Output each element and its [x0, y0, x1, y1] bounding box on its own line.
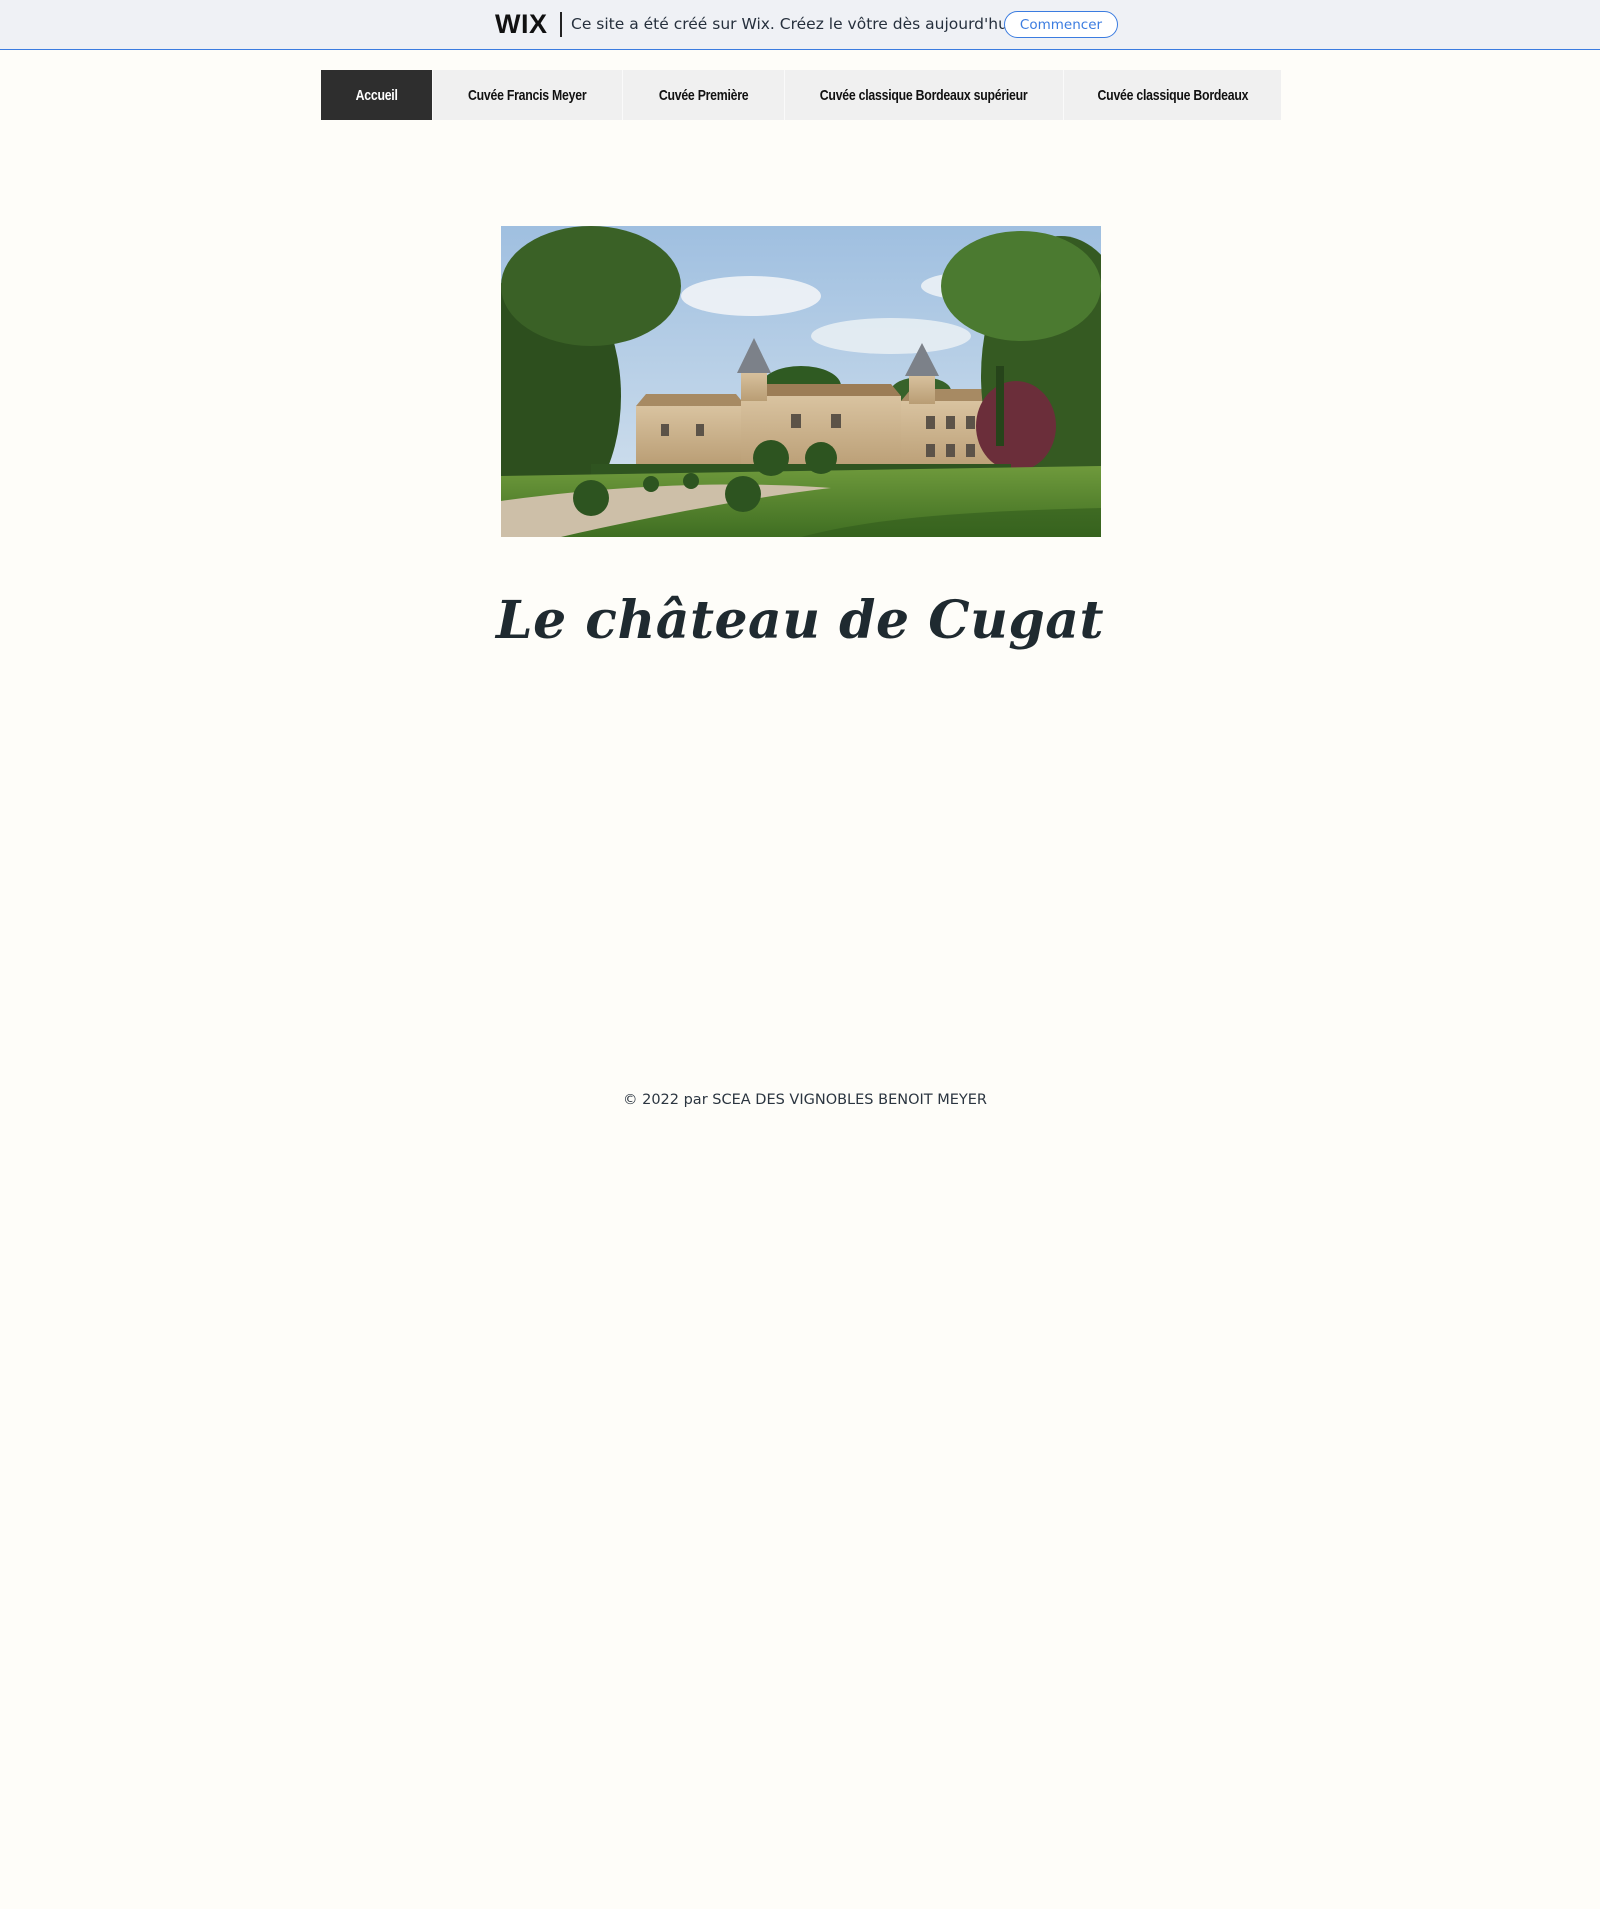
footer-copyright: © 2022 par SCEA DES VIGNOBLES BENOIT MEY…: [622, 1092, 987, 1108]
main-nav: Accueil Cuvée Francis Meyer Cuvée Premiè…: [321, 70, 1281, 120]
nav-item-label: Cuvée classique Bordeaux: [1097, 86, 1248, 104]
chateau-photo: [501, 226, 1101, 537]
nav-item-accueil[interactable]: Accueil: [321, 70, 433, 120]
nav-item-label: Accueil: [355, 86, 398, 104]
nav-item-label: Cuvée Francis Meyer: [468, 86, 587, 104]
nav-item-cuvee-bordeaux[interactable]: Cuvée classique Bordeaux: [1064, 70, 1281, 120]
start-button[interactable]: Commencer: [1004, 11, 1118, 38]
nav-item-label: Cuvée Première: [658, 86, 749, 104]
nav-item-cuvee-bordeaux-superieur[interactable]: Cuvée classique Bordeaux supérieur: [785, 70, 1064, 120]
banner-divider: [560, 12, 562, 37]
nav-item-cuvee-francis-meyer[interactable]: Cuvée Francis Meyer: [433, 70, 623, 120]
wix-banner: WIX Ce site a été créé sur Wix. Créez le…: [0, 0, 1600, 50]
nav-item-cuvee-premiere[interactable]: Cuvée Première: [623, 70, 785, 120]
wix-logo[interactable]: WIX: [495, 9, 548, 40]
page-title: Le château de Cugat: [496, 590, 1104, 651]
nav-item-label: Cuvée classique Bordeaux supérieur: [820, 86, 1028, 104]
banner-message: Ce site a été créé sur Wix. Créez le vôt…: [571, 15, 1018, 33]
chateau-illustration: [501, 226, 1101, 537]
